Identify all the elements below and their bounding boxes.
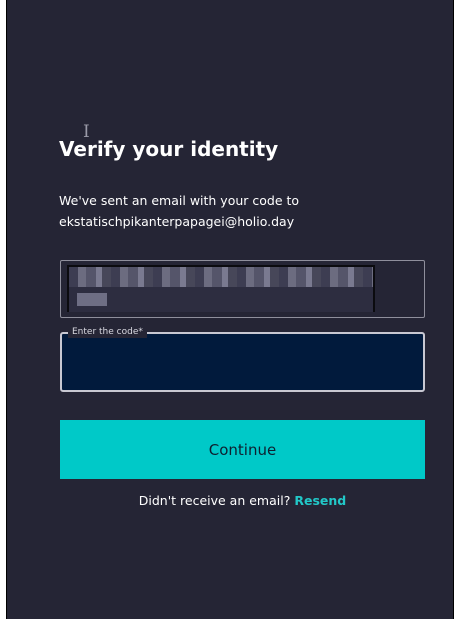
page-title: Verify your identity <box>59 137 279 161</box>
continue-button[interactable]: Continue <box>60 420 425 479</box>
resend-link[interactable]: Resend <box>294 493 346 508</box>
email-sent-text: We've sent an email with your code to <box>59 193 300 208</box>
code-field[interactable]: Enter the code* <box>60 326 425 392</box>
verification-panel: I Verify your identity We've sent an ema… <box>6 0 454 619</box>
email-sent-message: We've sent an email with your code to ek… <box>59 190 419 232</box>
resend-prompt: Didn't receive an email? <box>138 493 291 508</box>
resend-row: Didn't receive an email? Resend <box>60 492 425 510</box>
code-input[interactable] <box>62 334 423 390</box>
redacted-content <box>67 265 375 312</box>
redacted-identity-field <box>60 260 425 318</box>
recipient-email: ekstatischpikanterpapagei@holio.day <box>59 214 295 229</box>
